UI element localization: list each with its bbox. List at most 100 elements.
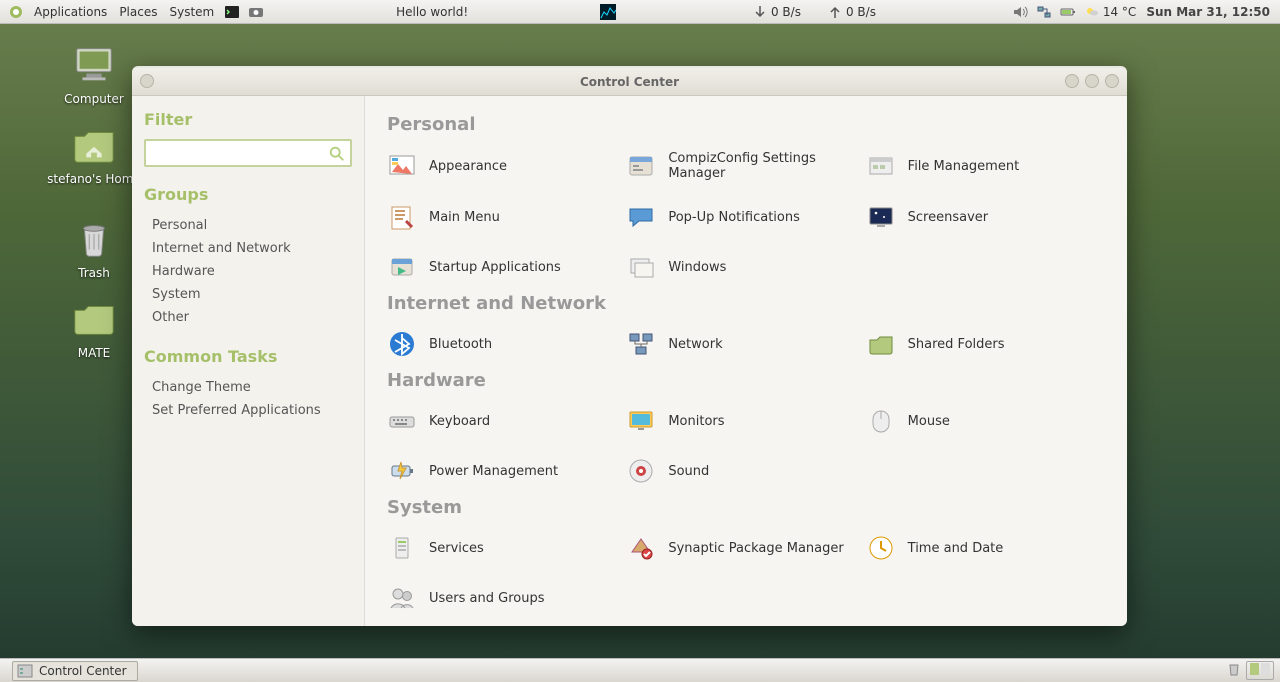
volume-icon[interactable] [1008, 4, 1032, 20]
desktop-label: Computer [44, 92, 144, 106]
shared-folders-icon [866, 330, 896, 358]
clock[interactable]: Sun Mar 31, 12:50 [1140, 5, 1276, 19]
item-label: Shared Folders [908, 337, 1005, 352]
item-label: Network [668, 337, 722, 352]
item-appearance[interactable]: Appearance [387, 147, 626, 185]
item-main-menu[interactable]: Main Menu [387, 199, 626, 235]
screenshot-launch-icon[interactable] [244, 4, 268, 20]
desktop-label: Trash [44, 266, 144, 280]
item-time-date[interactable]: Time and Date [866, 530, 1105, 566]
desktop-label: MATE [44, 346, 144, 360]
sidebar: Filter Groups Personal Internet and Netw… [132, 96, 364, 626]
item-startup-applications[interactable]: Startup Applications [387, 249, 626, 285]
maximize-button[interactable] [1085, 74, 1099, 88]
desktop-computer[interactable]: Computer [44, 40, 144, 106]
bluetooth-icon [387, 330, 417, 358]
item-users-groups[interactable]: Users and Groups [387, 580, 626, 616]
close-button[interactable] [1105, 74, 1119, 88]
item-power-management[interactable]: Power Management [387, 453, 626, 489]
control-center-window: Control Center Filter Groups Personal In… [132, 66, 1127, 626]
sidebar-item-internet-network[interactable]: Internet and Network [144, 237, 352, 260]
appearance-icon [387, 152, 417, 180]
item-shared-folders[interactable]: Shared Folders [866, 326, 1105, 362]
compiz-icon [626, 152, 656, 180]
minimize-button[interactable] [1065, 74, 1079, 88]
sidebar-item-personal[interactable]: Personal [144, 214, 352, 237]
item-services[interactable]: Services [387, 530, 626, 566]
item-monitors[interactable]: Monitors [626, 403, 865, 439]
item-label: Screensaver [908, 210, 988, 225]
net-up-indicator: 0 B/s [823, 4, 880, 20]
item-windows[interactable]: Windows [626, 249, 865, 285]
item-screensaver[interactable]: Screensaver [866, 199, 1105, 235]
mouse-icon [866, 407, 896, 435]
folder-icon [70, 294, 118, 342]
sidebar-groups-title: Groups [144, 185, 352, 204]
battery-icon[interactable] [1056, 4, 1080, 20]
window-title: Control Center [580, 75, 679, 89]
sidebar-common-title: Common Tasks [144, 347, 352, 366]
network-status-icon[interactable] [1032, 4, 1056, 20]
sidebar-filter-title: Filter [144, 110, 352, 129]
taskbar-label: Control Center [39, 664, 127, 678]
item-sound[interactable]: Sound [626, 453, 865, 489]
users-icon [387, 584, 417, 612]
item-label: Time and Date [908, 541, 1004, 556]
section-system-title: System [387, 497, 1105, 518]
sidebar-item-system[interactable]: System [144, 283, 352, 306]
home-folder-icon [70, 120, 118, 168]
workspace-switcher[interactable] [1246, 661, 1274, 680]
window-menu-button[interactable] [140, 74, 154, 88]
section-hardware-title: Hardware [387, 370, 1105, 391]
keyboard-icon [387, 407, 417, 435]
sidebar-task-change-theme[interactable]: Change Theme [144, 376, 352, 399]
item-label: Windows [668, 260, 726, 275]
item-file-management[interactable]: File Management [866, 147, 1105, 185]
file-management-icon [866, 152, 896, 180]
net-down-indicator: 0 B/s [748, 4, 805, 20]
sidebar-item-hardware[interactable]: Hardware [144, 260, 352, 283]
trash-icon [70, 214, 118, 262]
network-icon [626, 330, 656, 358]
trash-tray-icon[interactable] [1226, 661, 1242, 680]
item-label: Power Management [429, 464, 558, 479]
taskbar-control-center[interactable]: Control Center [12, 661, 138, 681]
item-keyboard[interactable]: Keyboard [387, 403, 626, 439]
item-label: Sound [668, 464, 709, 479]
system-monitor-icon[interactable] [596, 4, 620, 20]
desktop-trash[interactable]: Trash [44, 214, 144, 280]
item-network[interactable]: Network [626, 326, 865, 362]
sidebar-item-other[interactable]: Other [144, 306, 352, 329]
item-label: CompizConfig Settings Manager [668, 151, 865, 181]
panel-top: Applications Places System Hello world! … [0, 0, 1280, 24]
sound-icon [626, 457, 656, 485]
popup-icon [626, 203, 656, 231]
weather-icon: 14 °C [1080, 4, 1140, 20]
item-synaptic[interactable]: Synaptic Package Manager [626, 530, 865, 566]
sidebar-task-preferred-apps[interactable]: Set Preferred Applications [144, 399, 352, 422]
item-label: File Management [908, 159, 1020, 174]
menu-places[interactable]: Places [113, 5, 163, 19]
item-label: Mouse [908, 414, 950, 429]
item-popup-notifications[interactable]: Pop-Up Notifications [626, 199, 865, 235]
item-mouse[interactable]: Mouse [866, 403, 1105, 439]
item-label: Startup Applications [429, 260, 561, 275]
panel-bottom: Control Center [0, 658, 1280, 682]
menu-applications[interactable]: Applications [28, 5, 113, 19]
desktop-home[interactable]: stefano's Home [44, 120, 144, 186]
item-bluetooth[interactable]: Bluetooth [387, 326, 626, 362]
item-compizconfig[interactable]: CompizConfig Settings Manager [626, 147, 865, 185]
titlebar[interactable]: Control Center [132, 68, 1127, 96]
hello-text: Hello world! [396, 5, 468, 19]
terminal-launch-icon[interactable] [220, 4, 244, 20]
filter-input[interactable] [144, 139, 352, 167]
windows-icon [626, 253, 656, 281]
services-icon [387, 534, 417, 562]
desktop-mate[interactable]: MATE [44, 294, 144, 360]
item-label: Keyboard [429, 414, 490, 429]
main-content: Personal Appearance CompizConfig Setting… [364, 96, 1127, 626]
power-icon [387, 457, 417, 485]
item-label: Services [429, 541, 484, 556]
distro-icon[interactable] [4, 4, 28, 20]
menu-system[interactable]: System [163, 5, 220, 19]
